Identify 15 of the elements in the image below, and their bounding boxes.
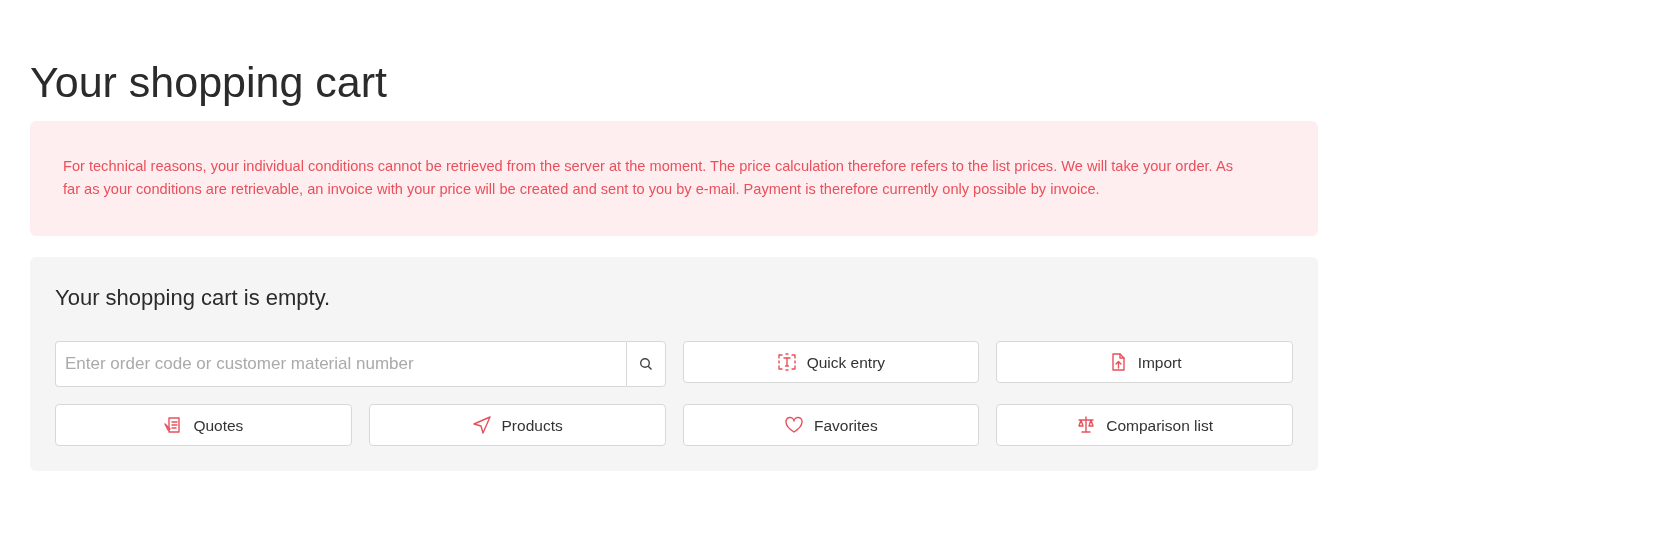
page-title: Your shopping cart [30, 60, 388, 106]
navigation-arrow-icon [471, 415, 492, 436]
action-button[interactable]: Quick entry [682, 341, 980, 384]
action-button[interactable]: Quotes [55, 404, 352, 447]
search-field[interactable]: Enter order code or customer material number [55, 341, 626, 388]
balance-scale-icon [1076, 415, 1097, 436]
search-button[interactable] [625, 341, 666, 388]
empty-cart-heading: Your shopping cart is empty. [55, 284, 332, 312]
action-button[interactable]: Products [368, 404, 666, 447]
action-button[interactable]: Import [996, 341, 1293, 384]
action-button[interactable]: Comparison list [996, 404, 1293, 447]
search-icon [638, 357, 653, 372]
text-cursor-icon [776, 352, 797, 373]
action-button[interactable]: Favorites [682, 404, 980, 447]
warning-message: For technical reasons, your individual conditions cannot be retrieved from the server at the moment. The price calculation therefore refers to the list prices. We will take your order. As far as your conditions are retrievable, an invoice with your price will be created and sent to you by e-mail. Payment is therefore currently only possible by invoice. [30, 121, 1318, 236]
